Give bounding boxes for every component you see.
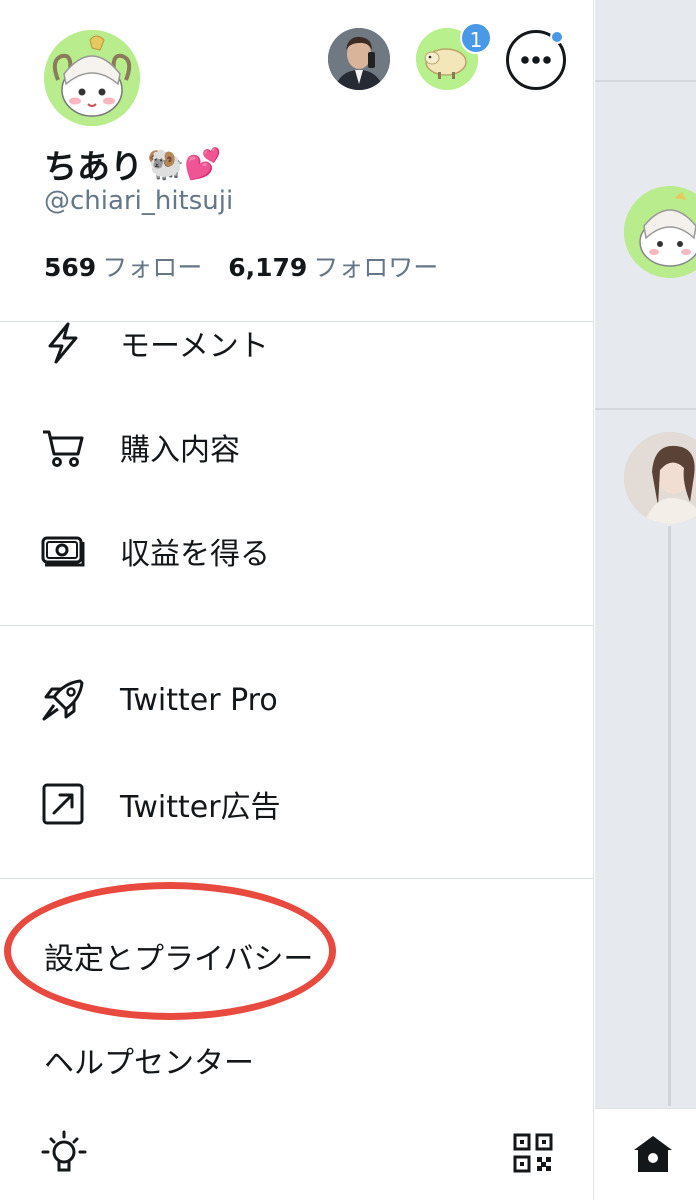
menu-item-twitter-pro[interactable]: Twitter Pro: [0, 655, 594, 745]
app-root: 1 ちあり 🐏💕 @chiari_hitsuji 569 フォロー 6,179 …: [0, 0, 696, 1200]
following-label[interactable]: フォロー: [102, 248, 202, 284]
following-count[interactable]: 569: [44, 253, 96, 282]
rocket-icon: [42, 679, 84, 721]
qr-code-icon[interactable]: [512, 1132, 554, 1174]
section-divider: [0, 878, 594, 879]
money-icon: [41, 536, 85, 567]
menu-item-purchases[interactable]: 購入内容: [0, 402, 594, 492]
menu-item-monetization[interactable]: 収益を得る: [0, 506, 594, 596]
menu-label: 収益を得る: [120, 537, 270, 572]
display-name-text: ちあり: [44, 147, 143, 186]
menu-label: Twitter Pro: [120, 682, 278, 718]
followers-count[interactable]: 6,179: [228, 253, 307, 282]
menu-item-help-center[interactable]: ヘルプセンター: [44, 1038, 254, 1082]
timeline-divider: [595, 408, 696, 410]
menu-item-twitter-ads[interactable]: Twitter広告: [0, 759, 594, 849]
timeline-divider: [595, 80, 696, 82]
menu-item-moments[interactable]: モーメント: [0, 298, 594, 388]
notification-badge: 1: [460, 22, 492, 54]
lightbulb-icon[interactable]: [40, 1128, 88, 1176]
account-switch-avatar[interactable]: [328, 28, 390, 90]
display-name[interactable]: ちあり 🐏💕: [44, 140, 222, 188]
thread-line: [668, 526, 671, 1106]
avatar[interactable]: [44, 30, 140, 126]
highlight-circle-annotation: [4, 882, 336, 1020]
display-name-emoji: 🐏💕: [147, 146, 222, 182]
section-divider: [0, 625, 594, 626]
home-icon[interactable]: [632, 1134, 674, 1174]
menu-label: モーメント: [120, 329, 269, 364]
side-drawer: 1 ちあり 🐏💕 @chiari_hitsuji 569 フォロー 6,179 …: [0, 0, 594, 1200]
user-handle: @chiari_hitsuji: [44, 186, 234, 216]
menu-label: Twitter広告: [120, 790, 281, 825]
external-arrow-icon: [42, 783, 84, 825]
menu-label: 購入内容: [120, 433, 240, 468]
followers-label[interactable]: フォロワー: [313, 248, 438, 284]
timeline-background: [595, 0, 696, 1200]
unread-dot: [550, 30, 564, 44]
lightning-icon: [48, 322, 78, 364]
cart-icon: [43, 430, 84, 467]
follow-stats: 569 フォロー 6,179 フォロワー: [44, 248, 458, 284]
